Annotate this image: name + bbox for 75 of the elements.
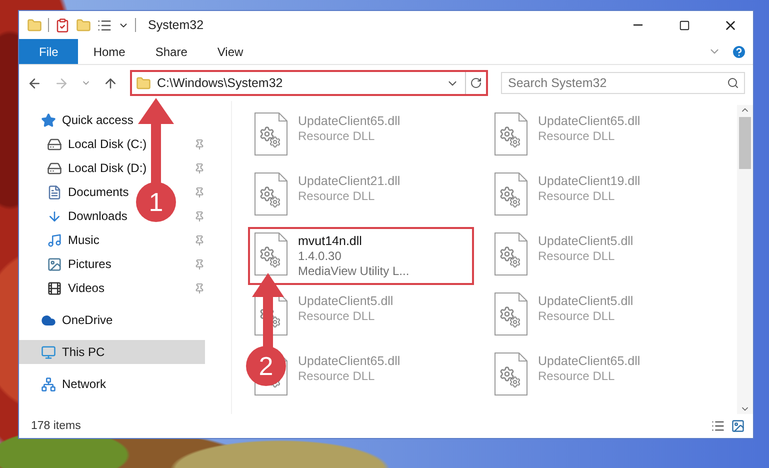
nav-item[interactable]: OneDrive: [19, 308, 119, 332]
nav-item[interactable]: This PC: [19, 340, 205, 364]
file-detail: Resource DLL: [298, 369, 376, 383]
nav-item[interactable]: Videos: [19, 276, 110, 300]
drive-icon: [47, 136, 62, 152]
item-count: 178 items: [31, 420, 81, 432]
refresh-icon: [470, 77, 482, 89]
file-detail: 1.4.0.30: [298, 249, 342, 263]
ribbon-tab[interactable]: Share: [140, 39, 202, 64]
search-field[interactable]: Search System32: [501, 72, 745, 94]
file-gear-icon: [254, 172, 288, 216]
downloads-icon: [47, 208, 62, 224]
file-gear-icon: [254, 232, 288, 276]
selected-file-frame[interactable]: mvut14n.dll 1.4.0.30 MediaView Utility L...: [248, 227, 474, 285]
ribbon-tab[interactable]: Home: [78, 39, 140, 64]
pin-icon[interactable]: [194, 138, 205, 150]
large-icons-view-icon[interactable]: [731, 419, 745, 433]
file-gear-icon: [494, 292, 528, 336]
nav-item[interactable]: Pictures: [19, 252, 118, 276]
file-gear-icon: [494, 352, 528, 396]
pin-icon[interactable]: [194, 234, 205, 246]
documents-icon: [47, 184, 62, 200]
nav-item[interactable]: Downloads: [19, 204, 134, 228]
window-title: System32: [148, 18, 204, 32]
search-icon: [727, 77, 739, 89]
music-icon: [47, 232, 62, 248]
file-name[interactable]: mvut14n.dll: [298, 234, 410, 248]
details-view-icon[interactable]: [711, 419, 725, 433]
file-gear-icon: [494, 232, 528, 276]
pin-icon[interactable]: [194, 282, 205, 294]
folder-icon: [136, 76, 151, 90]
view-icon[interactable]: [97, 18, 112, 32]
nav-item[interactable]: Local Disk (C:): [19, 132, 153, 156]
up-icon[interactable]: [103, 76, 118, 90]
pin-icon[interactable]: [194, 258, 205, 270]
nav-item[interactable]: Quick access: [19, 108, 140, 132]
back-icon[interactable]: [27, 76, 42, 90]
scrollbar[interactable]: [737, 105, 753, 414]
network-icon: [41, 376, 56, 392]
pictures-icon: [47, 256, 62, 272]
file-gear-icon: [494, 112, 528, 156]
folder-icon[interactable]: [27, 18, 42, 32]
forward-icon[interactable]: [54, 76, 69, 90]
star-icon: [41, 112, 56, 128]
nav-item[interactable]: Music: [19, 228, 106, 252]
file-detail: Resource DLL: [538, 369, 616, 383]
ribbon-tab[interactable]: File: [19, 39, 78, 64]
file-detail: Resource DLL: [298, 309, 376, 323]
file-detail: Resource DLL: [538, 249, 616, 263]
pin-icon[interactable]: [194, 210, 205, 222]
new-folder-icon[interactable]: [76, 18, 91, 32]
address-bar[interactable]: C:\Windows\System32: [130, 70, 488, 96]
pin-icon[interactable]: [194, 162, 205, 174]
drive-icon: [47, 160, 62, 176]
file-gear-icon: [494, 172, 528, 216]
pc-icon: [41, 344, 56, 360]
cloud-icon: [41, 312, 56, 328]
file-gear-icon: [254, 112, 288, 156]
pin-icon[interactable]: [194, 186, 205, 198]
file-detail: Resource DLL: [538, 129, 616, 143]
nav-item[interactable]: Network: [19, 372, 112, 396]
address-path: C:\Windows\System32: [157, 76, 284, 90]
file-detail: Resource DLL: [538, 189, 616, 203]
help-icon[interactable]: [731, 44, 747, 60]
ribbon-tab[interactable]: View: [202, 39, 258, 64]
nav-item[interactable]: Local Disk (D:): [19, 156, 153, 180]
videos-icon: [47, 280, 62, 296]
file-detail: Resource DLL: [298, 129, 376, 143]
properties-icon[interactable]: [55, 18, 70, 32]
file-detail: MediaView Utility L...: [298, 264, 410, 278]
scroll-thumb[interactable]: [739, 117, 751, 169]
file-detail: Resource DLL: [298, 189, 376, 203]
maximize-icon: [678, 20, 690, 30]
file-detail: Resource DLL: [538, 309, 616, 323]
nav-item[interactable]: Documents: [19, 180, 135, 204]
